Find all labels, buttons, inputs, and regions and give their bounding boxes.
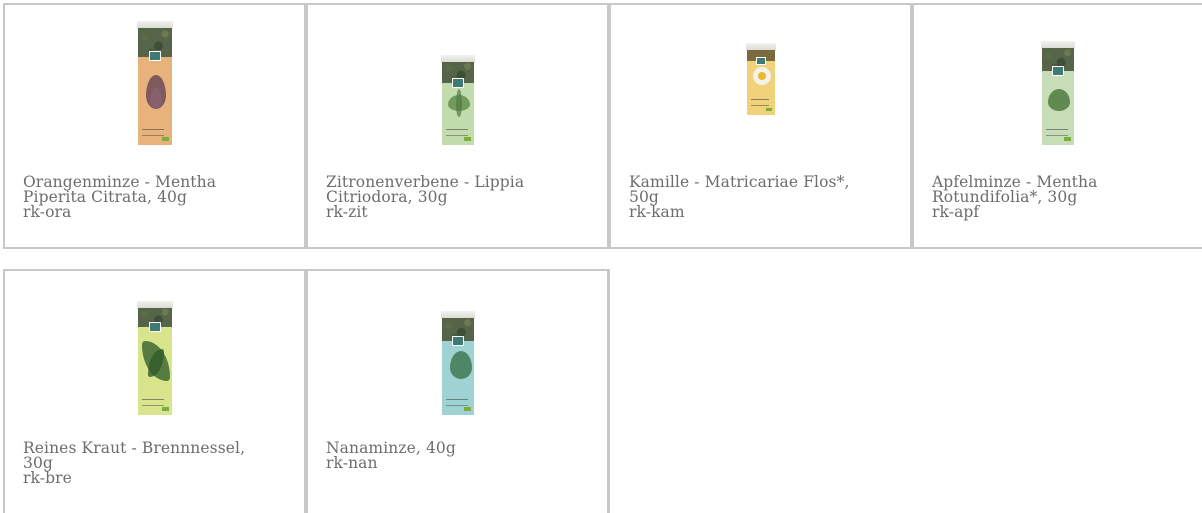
product-name[interactable]: Orangenminze - Mentha Piperita Citrata, …	[23, 174, 274, 205]
product-card-brennnessel[interactable]: Reines Kraut - Brennnessel, 30g rk-bre	[3, 269, 307, 513]
product-image-link[interactable]	[308, 287, 607, 415]
product-name[interactable]: Zitronenverbene - Lippia Citriodora, 30g	[326, 174, 577, 205]
product-sku: rk-nan	[326, 454, 378, 472]
tea-bag-kamille-image	[745, 43, 776, 115]
product-image-link[interactable]	[5, 287, 304, 415]
product-name[interactable]: Reines Kraut - Brennnessel, 30g	[23, 440, 274, 471]
product-image-link[interactable]	[611, 21, 910, 149]
product-card-kamille[interactable]: Kamille - Matricariae Flos*, 50g rk-kam	[609, 3, 913, 249]
product-sku: rk-apf	[932, 203, 980, 221]
product-caption: Zitronenverbene - Lippia Citriodora, 30g…	[326, 174, 577, 221]
product-sku: rk-zit	[326, 203, 368, 221]
product-card-apfelminze[interactable]: Apfelminze - Mentha Rotundifolia*, 30g r…	[912, 3, 1202, 249]
product-image-link[interactable]	[5, 21, 304, 149]
product-caption: Reines Kraut - Brennnessel, 30g rk-bre	[23, 440, 274, 487]
product-name[interactable]: Apfelminze - Mentha Rotundifolia*, 30g	[932, 174, 1172, 205]
tea-bag-apfelminze-image	[1041, 41, 1075, 145]
product-caption: Apfelminze - Mentha Rotundifolia*, 30g r…	[932, 174, 1172, 221]
tea-bag-brennnessel-image	[136, 301, 173, 415]
tea-bag-zitronenverbene-image	[440, 55, 475, 145]
tea-bag-nanaminze-image	[440, 311, 475, 415]
product-sku: rk-bre	[23, 469, 72, 487]
product-card-zitronenverbene[interactable]: Zitronenverbene - Lippia Citriodora, 30g…	[306, 3, 610, 249]
product-grid: Orangenminze - Mentha Piperita Citrata, …	[0, 0, 1202, 513]
product-name[interactable]: Kamille - Matricariae Flos*, 50g	[629, 174, 880, 205]
tea-bag-orangenminze-image	[136, 21, 173, 145]
product-sku: rk-ora	[23, 203, 72, 221]
product-card-nanaminze[interactable]: Nanaminze, 40g rk-nan	[306, 269, 610, 513]
product-caption: Nanaminze, 40g rk-nan	[326, 440, 577, 472]
product-caption: Kamille - Matricariae Flos*, 50g rk-kam	[629, 174, 880, 221]
product-image-link[interactable]	[914, 21, 1202, 149]
product-sku: rk-kam	[629, 203, 685, 221]
product-caption: Orangenminze - Mentha Piperita Citrata, …	[23, 174, 274, 221]
product-image-link[interactable]	[308, 21, 607, 149]
product-card-orangenminze[interactable]: Orangenminze - Mentha Piperita Citrata, …	[3, 3, 307, 249]
